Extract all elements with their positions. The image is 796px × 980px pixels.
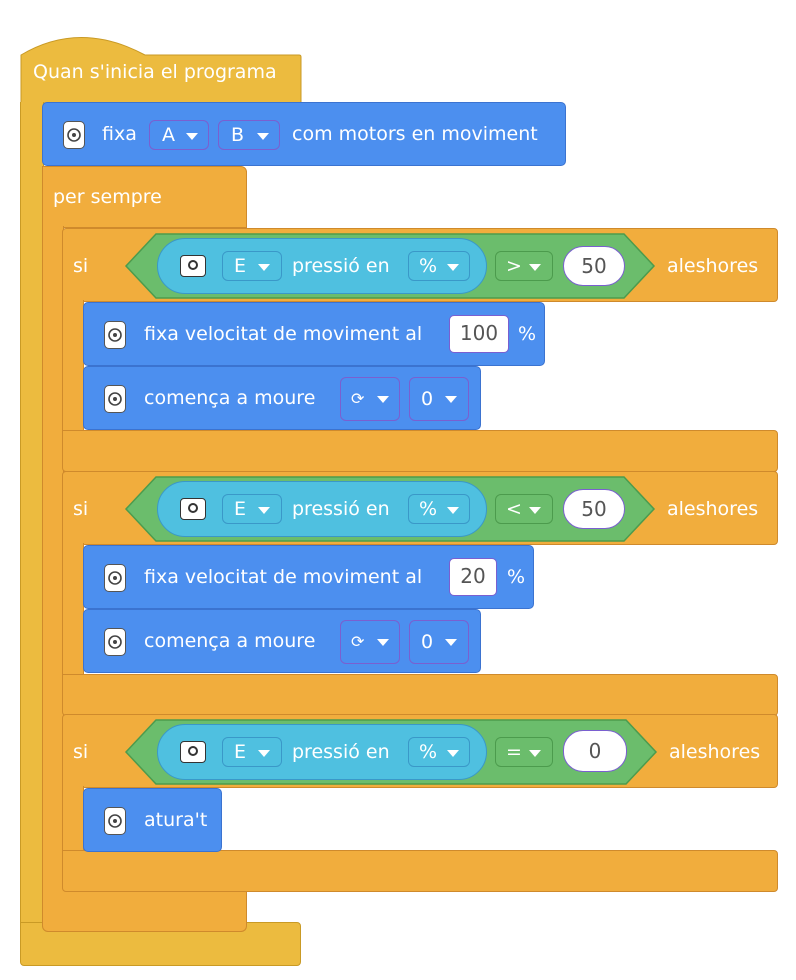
chevron-down-icon [445,396,457,403]
then-label: aleshores [669,741,761,763]
operator-dropdown[interactable]: = [495,737,553,767]
if-block-3-spine [62,786,84,852]
set-motors-block[interactable]: fixa A B com motors en moviment [42,102,566,166]
chevron-down-icon [257,133,269,140]
unit-dropdown[interactable]: % [408,737,470,767]
chevron-down-icon [377,639,389,646]
start-moving-text: comença a moure [144,387,316,409]
motor-pair-icon [104,564,126,592]
forever-footer [42,890,247,932]
motor-pair-icon [104,807,126,835]
set-speed-text: fixa velocitat de moviment al [144,566,423,588]
pressure-reporter[interactable]: E pressió en % [157,238,487,294]
chevron-down-icon [377,396,389,403]
sensor-port-dropdown[interactable]: E [222,251,282,281]
steer-dropdown[interactable]: 0 [409,377,469,421]
chevron-down-icon [258,507,270,514]
set-speed-text: fixa velocitat de moviment al [144,323,423,345]
pressure-reporter[interactable]: E pressió en % [157,481,487,537]
chevron-down-icon [529,750,541,757]
motor-a-dropdown[interactable]: A [149,120,209,150]
chevron-down-icon [529,507,541,514]
chevron-down-icon [447,507,459,514]
set-speed-block[interactable]: fixa velocitat de moviment al 20 % [83,545,534,609]
set-motors-prefix: fixa [102,123,137,145]
speed-input[interactable]: 20 [449,558,497,596]
hat-spine [20,102,44,924]
motor-pair-icon [104,321,126,349]
start-moving-block[interactable]: comença a moure ⟳ 0 [83,366,481,430]
motor-pair-icon [104,628,126,656]
speed-input[interactable]: 100 [449,315,509,353]
operator-dropdown[interactable]: < [495,494,553,524]
operator-dropdown[interactable]: > [495,251,553,281]
direction-dropdown[interactable]: ⟳ [340,620,400,664]
set-speed-block[interactable]: fixa velocitat de moviment al 100 % [83,302,545,366]
unit-dropdown[interactable]: % [408,251,470,281]
chevron-down-icon [445,639,457,646]
motor-b-dropdown[interactable]: B [218,120,280,150]
stop-text: atura't [144,809,208,831]
if-label: si [73,498,89,520]
chevron-down-icon [258,264,270,271]
motor-pair-icon [104,385,126,413]
force-sensor-icon [180,741,206,763]
sensor-text: pressió en [292,255,390,277]
if-label: si [73,255,89,277]
hat-label: Quan s'inicia el programa [33,61,277,83]
if-block-2-footer [62,674,778,716]
forever-spine [42,226,64,892]
pressure-reporter[interactable]: E pressió en % [157,724,487,780]
compare-value-input[interactable]: 50 [563,246,625,286]
chevron-down-icon [447,750,459,757]
forever-label: per sempre [53,186,162,208]
force-sensor-icon [180,255,206,277]
chevron-down-icon [447,264,459,271]
then-label: aleshores [667,498,759,520]
chevron-down-icon [186,133,198,140]
sensor-text: pressió en [292,741,390,763]
sensor-text: pressió en [292,498,390,520]
if-label: si [73,741,89,763]
chevron-down-icon [258,750,270,757]
direction-dropdown[interactable]: ⟳ [340,377,400,421]
if-block-1-footer [62,430,778,472]
rotate-icon: ⟳ [351,389,365,408]
start-moving-text: comença a moure [144,630,316,652]
set-motors-suffix: com motors en moviment [292,123,538,145]
if-block-3-footer [62,850,778,892]
speed-unit: % [518,323,537,345]
start-moving-block[interactable]: comença a moure ⟳ 0 [83,609,481,673]
sensor-port-dropdown[interactable]: E [222,737,282,767]
force-sensor-icon [180,498,206,520]
steer-dropdown[interactable]: 0 [409,620,469,664]
if-block-1-spine [62,300,84,432]
unit-dropdown[interactable]: % [408,494,470,524]
rotate-icon: ⟳ [351,632,365,651]
motor-pair-icon [63,121,85,149]
then-label: aleshores [667,255,759,277]
compare-value-input[interactable]: 50 [563,489,625,529]
stop-block[interactable]: atura't [83,788,222,852]
chevron-down-icon [529,264,541,271]
sensor-port-dropdown[interactable]: E [222,494,282,524]
if-block-2-spine [62,543,84,676]
compare-value-input[interactable]: 0 [563,730,627,772]
speed-unit: % [507,566,526,588]
